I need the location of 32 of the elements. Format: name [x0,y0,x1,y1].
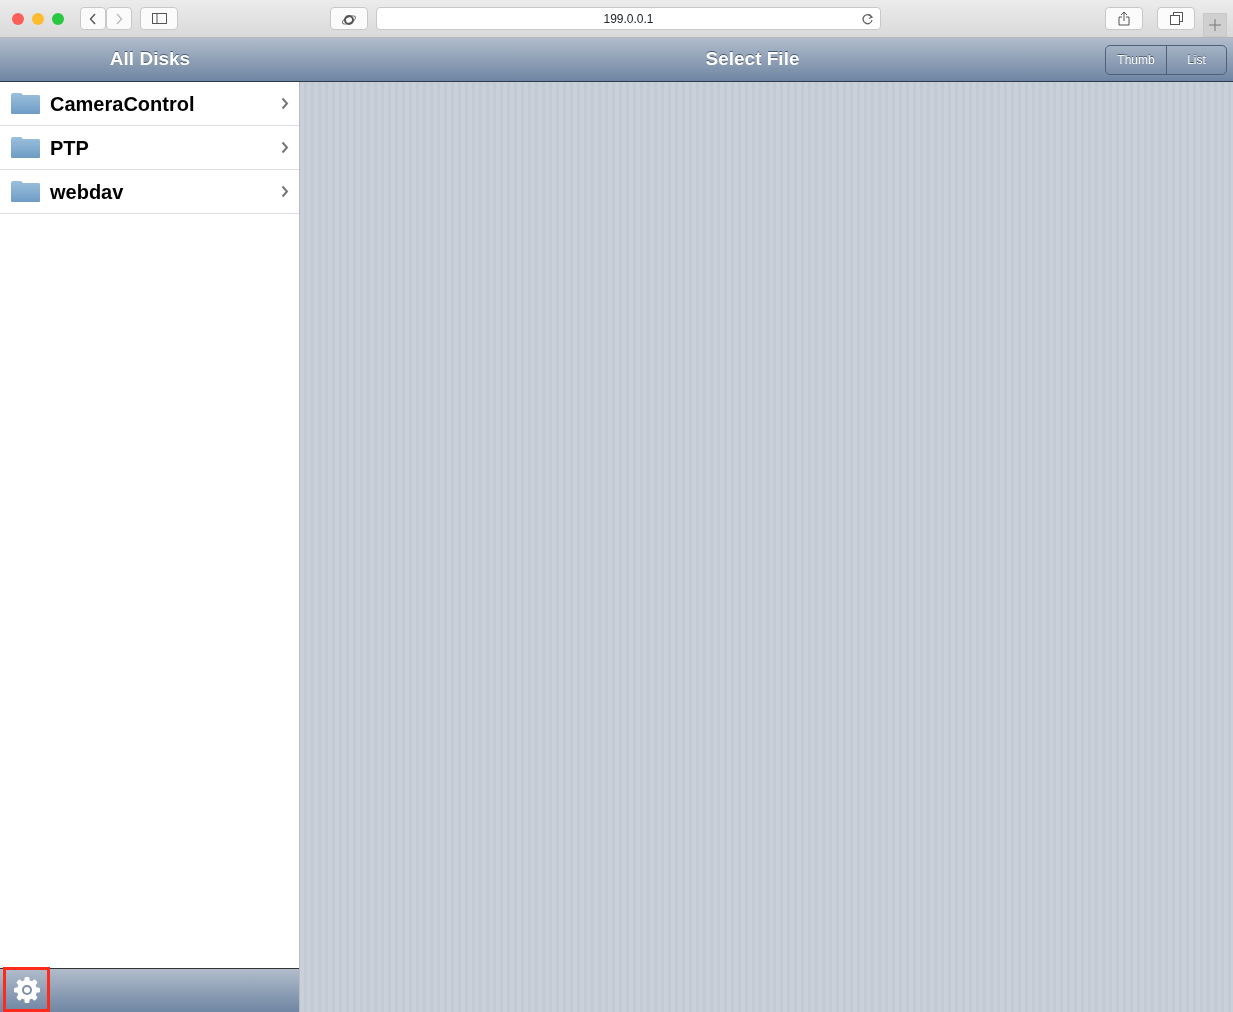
chevron-right-icon [115,12,123,25]
settings-icon [11,974,42,1005]
tabs-icon [1169,12,1183,25]
address-text: 199.0.0.1 [603,10,654,28]
tabs-button[interactable] [1157,7,1195,30]
logo-button[interactable] [330,7,368,30]
chevron-left-icon [89,12,97,25]
plus-icon [1209,18,1221,31]
share-button[interactable] [1105,7,1143,30]
folder-icon [10,92,41,115]
disk-label: webdav [50,179,125,205]
disk-item[interactable]: PTP [0,126,299,170]
disk-label: CameraControl [50,91,196,117]
chevron-icon [281,185,289,198]
back-button[interactable] [80,7,106,30]
main-title: Select File [705,48,800,70]
disk-item[interactable]: CameraControl [0,82,299,126]
folder-icon [10,136,41,159]
address-field[interactable]: 199.0.0.1 [376,7,881,30]
sidebar-icon [151,13,167,24]
disk-label: PTP [50,135,90,161]
sidebar-button[interactable] [140,7,178,30]
chevron-icon [281,141,289,154]
new-tab-button[interactable] [1203,12,1227,37]
share-icon [1118,11,1130,26]
folder-icon [10,180,41,203]
sidebar-title: All Disks [109,48,191,70]
disk-item[interactable]: webdav [0,170,299,214]
close-icon[interactable] [12,12,24,25]
chevron-icon [281,97,289,110]
reload-icon[interactable] [861,13,874,26]
settings-button[interactable] [3,967,50,1012]
